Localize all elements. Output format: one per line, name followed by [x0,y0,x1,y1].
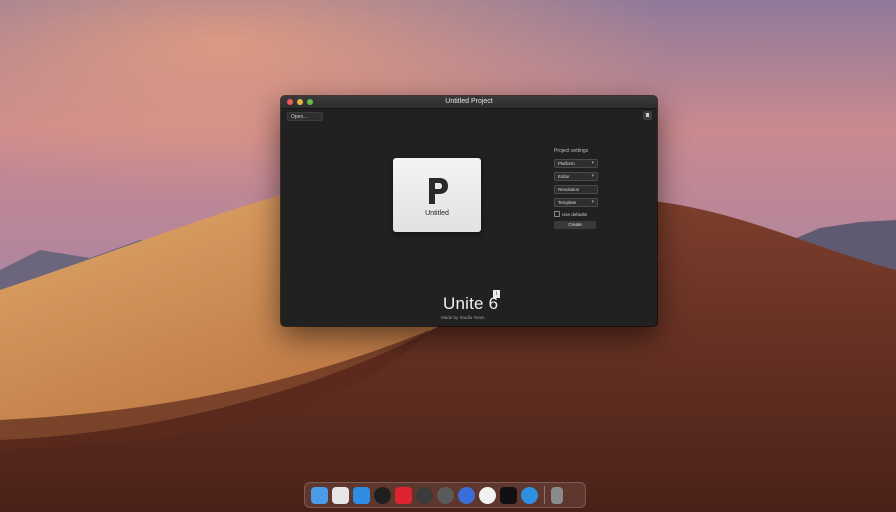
terminal-icon[interactable] [500,486,517,504]
checkbox-label: Use defaults [562,211,588,217]
defaults-checkbox-row[interactable]: Use defaults [554,211,604,217]
dropdown-label: Platform [558,161,575,166]
field-label: Resolution [558,187,580,192]
chevron-down-icon: ▾ [591,199,594,205]
dropdown-label: Template [558,200,577,205]
project-logo-icon [429,178,448,204]
dock-separator [544,486,545,504]
trash-icon[interactable] [551,486,563,504]
safari-icon[interactable] [374,486,391,504]
music-icon[interactable] [395,486,412,504]
template-dropdown[interactable]: Template ▾ [554,198,598,207]
photos-icon[interactable] [332,486,349,504]
dock [304,482,586,508]
brand-subtitle: Made by Studio Team [441,315,485,320]
create-button[interactable]: Create [554,221,596,229]
window-title: Untitled Project [445,98,493,105]
settings-icon[interactable] [416,486,433,504]
version-badge: i [493,290,500,298]
appstore-icon[interactable] [353,486,370,504]
brand-name: Unite 6 [443,294,499,313]
options-panel: Project settings Platform ▾ Editor ▾ Res… [554,148,604,229]
platform-dropdown[interactable]: Platform ▾ [554,159,598,168]
chrome-icon[interactable] [479,486,496,504]
defaults-checkbox[interactable] [554,211,560,217]
dropdown-label: Editor [558,174,570,179]
resolution-field[interactable]: Resolution [554,185,598,194]
panel-heading: Project settings [554,148,589,154]
chevron-down-icon: ▾ [591,173,594,179]
project-card[interactable]: Untitled [393,158,481,232]
open-button[interactable]: Open... [287,112,323,121]
project-window: Untitled Project Open... Untitled Projec… [281,96,657,326]
chevron-down-icon: ▾ [591,160,594,166]
title-bar: Untitled Project [281,96,657,109]
project-card-label: Untitled [425,210,449,217]
network-icon[interactable] [521,486,538,504]
sidebar-toggle-icon[interactable] [643,111,652,120]
editor-dropdown[interactable]: Editor ▾ [554,172,598,181]
system-icon[interactable] [437,486,454,504]
finder-icon[interactable] [311,486,328,504]
xcode-icon[interactable] [458,486,475,504]
